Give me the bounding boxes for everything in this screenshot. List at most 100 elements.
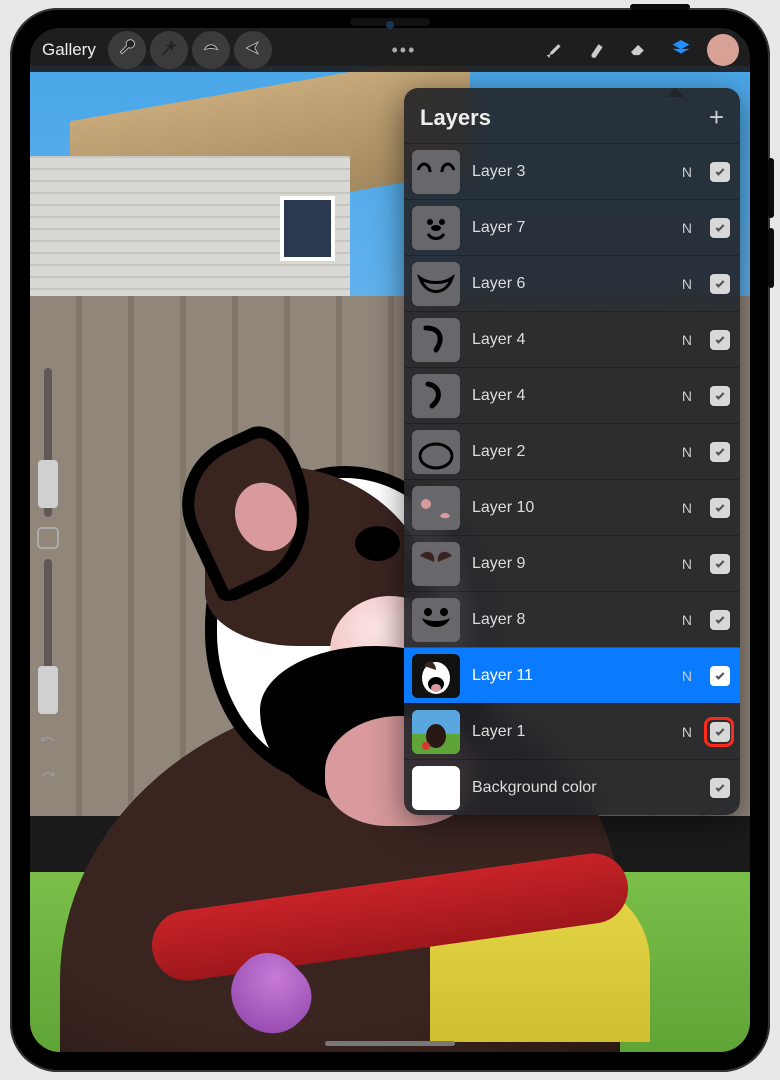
smudge-tool[interactable] bbox=[578, 31, 616, 69]
add-layer-button[interactable]: + bbox=[709, 102, 724, 133]
layer-name-label: Layer 4 bbox=[472, 331, 670, 349]
blend-mode-label[interactable]: N bbox=[682, 332, 692, 348]
layer-thumbnail[interactable] bbox=[412, 262, 460, 306]
eraser-icon bbox=[629, 38, 649, 63]
visibility-checkbox[interactable] bbox=[710, 722, 730, 742]
layers-panel-title: Layers bbox=[420, 105, 491, 131]
slider-thumb[interactable] bbox=[38, 460, 58, 508]
layer-thumbnail[interactable] bbox=[412, 150, 460, 194]
layer-row[interactable]: Layer 4 N bbox=[404, 367, 740, 423]
blend-mode-label[interactable]: N bbox=[682, 164, 692, 180]
layer-row[interactable]: Layer 6 N bbox=[404, 255, 740, 311]
layer-row[interactable]: Layer 1N bbox=[404, 703, 740, 759]
side-controls bbox=[36, 368, 60, 708]
wrench-icon bbox=[117, 38, 137, 63]
layer-thumbnail[interactable] bbox=[412, 374, 460, 418]
arrow-icon bbox=[243, 38, 263, 63]
selection-button[interactable] bbox=[192, 31, 230, 69]
home-indicator[interactable] bbox=[325, 1041, 455, 1046]
layer-name-label: Layer 2 bbox=[472, 443, 670, 461]
layer-thumbnail[interactable] bbox=[412, 598, 460, 642]
transform-button[interactable] bbox=[234, 31, 272, 69]
hw-power bbox=[630, 4, 690, 10]
hw-volume-down bbox=[768, 228, 774, 288]
layer-name-label: Layer 7 bbox=[472, 219, 670, 237]
layer-name-label: Layer 8 bbox=[472, 611, 670, 629]
modify-button[interactable] bbox=[37, 527, 59, 549]
brush-tool[interactable] bbox=[536, 31, 574, 69]
blend-mode-label[interactable]: N bbox=[682, 444, 692, 460]
visibility-checkbox[interactable] bbox=[710, 162, 730, 182]
color-picker[interactable] bbox=[704, 31, 742, 69]
layer-row[interactable]: Layer 3 N bbox=[404, 143, 740, 199]
layer-thumbnail[interactable] bbox=[412, 710, 460, 754]
brush-opacity-slider[interactable] bbox=[44, 559, 52, 708]
layer-thumbnail[interactable] bbox=[412, 318, 460, 362]
visibility-checkbox[interactable] bbox=[710, 666, 730, 686]
screen: Gallery ••• bbox=[30, 28, 750, 1052]
canvas-window bbox=[280, 196, 335, 261]
layer-thumbnail[interactable] bbox=[412, 654, 460, 698]
visibility-checkbox[interactable] bbox=[710, 498, 730, 518]
layer-row[interactable]: Layer 8 N bbox=[404, 591, 740, 647]
blend-mode-label[interactable]: N bbox=[682, 612, 692, 628]
front-camera-notch bbox=[350, 18, 430, 26]
visibility-checkbox[interactable] bbox=[710, 274, 730, 294]
layer-thumbnail[interactable] bbox=[412, 486, 460, 530]
layer-row[interactable]: Layer 7 N bbox=[404, 199, 740, 255]
layers-panel: Layers + Layer 3NLayer 7NLayer 6NLayer 4… bbox=[404, 88, 740, 815]
visibility-checkbox[interactable] bbox=[710, 554, 730, 574]
overflow-menu[interactable]: ••• bbox=[391, 40, 416, 61]
ipad-device-frame: Gallery ••• bbox=[10, 8, 770, 1072]
magic-wand-button[interactable] bbox=[150, 31, 188, 69]
layer-row[interactable]: Background color bbox=[404, 759, 740, 815]
layer-row[interactable]: Layer 11 N bbox=[404, 647, 740, 703]
visibility-checkbox[interactable] bbox=[710, 386, 730, 406]
layer-thumbnail[interactable] bbox=[412, 542, 460, 586]
layer-row[interactable]: Layer 4 N bbox=[404, 311, 740, 367]
brush-icon bbox=[545, 38, 565, 63]
layers-button[interactable] bbox=[662, 31, 700, 69]
adjustments-button[interactable] bbox=[108, 31, 146, 69]
visibility-checkbox[interactable] bbox=[710, 330, 730, 350]
selection-icon bbox=[201, 38, 221, 63]
wand-icon bbox=[159, 38, 179, 63]
layer-thumbnail[interactable] bbox=[412, 766, 460, 810]
layer-thumbnail[interactable] bbox=[412, 206, 460, 250]
layer-name-label: Layer 10 bbox=[472, 499, 670, 517]
layer-row[interactable]: Layer 2 N bbox=[404, 423, 740, 479]
blend-mode-label[interactable]: N bbox=[682, 220, 692, 236]
redo-button[interactable] bbox=[38, 767, 58, 792]
visibility-checkbox[interactable] bbox=[710, 218, 730, 238]
layer-name-label: Layer 4 bbox=[472, 387, 670, 405]
eraser-tool[interactable] bbox=[620, 31, 658, 69]
visibility-checkbox[interactable] bbox=[710, 778, 730, 798]
layer-name-label: Layer 3 bbox=[472, 163, 670, 181]
undo-button[interactable] bbox=[38, 732, 58, 757]
layer-thumbnail[interactable] bbox=[412, 430, 460, 474]
slider-thumb[interactable] bbox=[38, 666, 58, 714]
undo-redo bbox=[38, 732, 58, 792]
top-toolbar: Gallery ••• bbox=[30, 28, 750, 72]
brush-size-slider[interactable] bbox=[44, 368, 52, 517]
layer-list: Layer 3 N Layer 7 N Layer 6 N Layer 4 N Layer 4 N… bbox=[404, 143, 740, 815]
color-swatch-icon bbox=[707, 34, 739, 66]
layer-row[interactable]: Layer 10 N bbox=[404, 479, 740, 535]
layer-name-label: Layer 11 bbox=[472, 667, 670, 685]
blend-mode-label[interactable]: N bbox=[682, 276, 692, 292]
blend-mode-label[interactable]: N bbox=[682, 668, 692, 684]
layer-row[interactable]: Layer 9 N bbox=[404, 535, 740, 591]
layer-name-label: Layer 9 bbox=[472, 555, 670, 573]
blend-mode-label[interactable]: N bbox=[682, 500, 692, 516]
layers-icon bbox=[671, 38, 691, 63]
hw-volume-up bbox=[768, 158, 774, 218]
blend-mode-label[interactable]: N bbox=[682, 388, 692, 404]
gallery-button[interactable]: Gallery bbox=[38, 40, 104, 60]
layer-name-label: Layer 6 bbox=[472, 275, 670, 293]
visibility-checkbox[interactable] bbox=[710, 610, 730, 630]
visibility-checkbox[interactable] bbox=[710, 442, 730, 462]
blend-mode-label[interactable]: N bbox=[682, 556, 692, 572]
layer-name-label: Background color bbox=[472, 779, 698, 797]
blend-mode-label[interactable]: N bbox=[682, 724, 692, 740]
smudge-icon bbox=[587, 38, 607, 63]
